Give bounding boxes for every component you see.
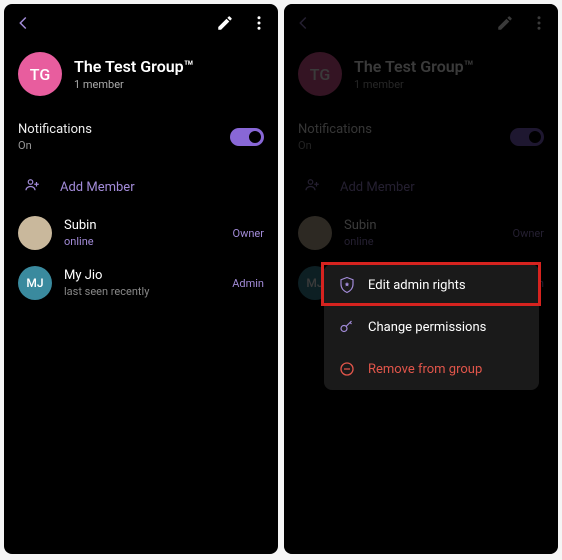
group-avatar: TG — [298, 52, 342, 96]
back-icon[interactable] — [14, 14, 32, 36]
notifications-toggle[interactable] — [510, 128, 544, 146]
more-icon[interactable] — [250, 14, 268, 36]
menu-item-label: Remove from group — [368, 362, 482, 377]
member-name: Subin — [64, 218, 221, 233]
member-name: Subin — [344, 218, 501, 233]
add-member-row[interactable]: Add Member — [4, 166, 278, 208]
group-subtitle: 1 member — [354, 78, 474, 91]
member-status: last seen recently — [64, 285, 220, 298]
notifications-label: Notifications — [298, 122, 372, 137]
add-member-label: Add Member — [340, 180, 415, 195]
add-member-label: Add Member — [60, 180, 135, 195]
back-icon[interactable] — [294, 14, 312, 36]
menu-item-label: Edit admin rights — [368, 278, 466, 293]
member-status: online — [64, 235, 221, 248]
remove-circle-icon — [338, 360, 356, 378]
key-icon — [338, 318, 356, 336]
notifications-toggle[interactable] — [230, 128, 264, 146]
member-role: Owner — [513, 227, 544, 240]
top-bar — [284, 4, 558, 44]
member-role: Owner — [233, 227, 264, 240]
notifications-value: On — [298, 139, 372, 152]
add-member-row[interactable]: Add Member — [284, 166, 558, 208]
member-role: Admin — [232, 277, 264, 290]
menu-remove-from-group[interactable]: Remove from group — [324, 348, 539, 390]
member-status: online — [344, 235, 501, 248]
menu-item-label: Change permissions — [368, 320, 486, 335]
edit-icon[interactable] — [216, 14, 234, 36]
screen-right: TG The Test Group™ 1 member Notification… — [284, 4, 558, 554]
add-member-icon — [303, 176, 321, 198]
top-bar — [4, 4, 278, 44]
menu-edit-admin-rights[interactable]: Edit admin rights — [324, 264, 539, 306]
more-icon[interactable] — [530, 14, 548, 36]
notifications-row[interactable]: Notifications On — [284, 112, 558, 166]
member-row[interactable]: MJ My Jio last seen recently Admin — [4, 258, 278, 308]
group-avatar: TG — [18, 52, 62, 96]
group-title: The Test Group™ — [354, 57, 474, 76]
notifications-value: On — [18, 139, 92, 152]
context-menu: Edit admin rights Change permissions Rem… — [324, 264, 539, 390]
group-subtitle: 1 member — [74, 78, 194, 91]
menu-change-permissions[interactable]: Change permissions — [324, 306, 539, 348]
member-row[interactable]: Subin online Owner — [4, 208, 278, 258]
member-name: My Jio — [64, 268, 220, 283]
avatar — [298, 216, 332, 250]
avatar: MJ — [18, 266, 52, 300]
add-member-icon — [23, 176, 41, 198]
group-title: The Test Group™ — [74, 57, 194, 76]
avatar — [18, 216, 52, 250]
notifications-label: Notifications — [18, 122, 92, 137]
screen-left: TG The Test Group™ 1 member Notification… — [4, 4, 278, 554]
notifications-row[interactable]: Notifications On — [4, 112, 278, 166]
member-row[interactable]: Subin online Owner — [284, 208, 558, 258]
group-header: TG The Test Group™ 1 member — [4, 44, 278, 112]
shield-star-icon — [338, 276, 356, 294]
group-header: TG The Test Group™ 1 member — [284, 44, 558, 112]
edit-icon[interactable] — [496, 14, 514, 36]
